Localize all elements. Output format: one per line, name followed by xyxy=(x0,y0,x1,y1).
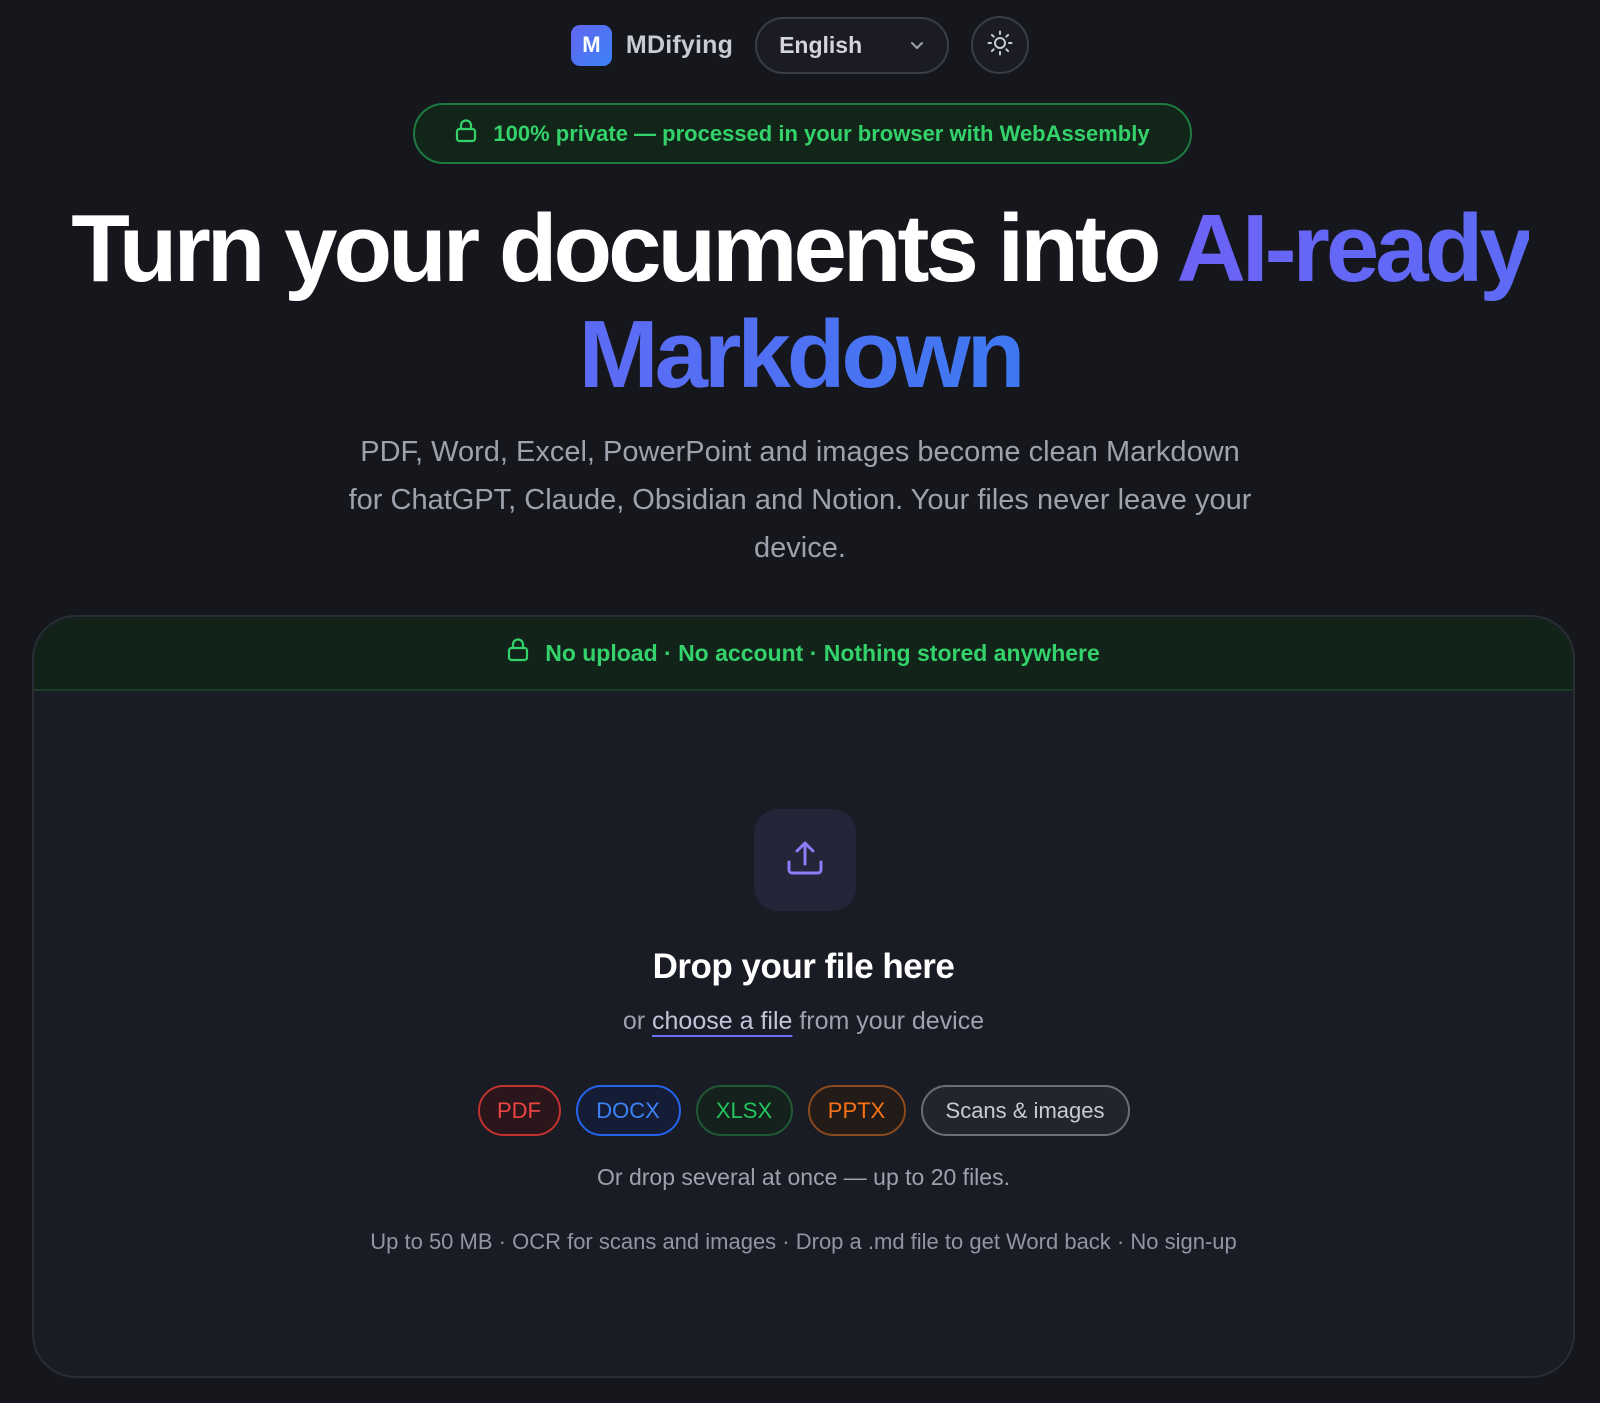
format-chip-xlsx[interactable]: XLSX xyxy=(695,1085,793,1136)
dropzone-banner-text: No upload · No account · Nothing stored … xyxy=(545,639,1100,666)
upload-icon xyxy=(785,838,825,883)
language-select[interactable]: English xyxy=(755,16,950,74)
format-chips: PDF DOCX XLSX PPTX Scans & images xyxy=(34,1085,1573,1136)
multi-file-note: Or drop several at once — up to 20 files… xyxy=(597,1164,1010,1190)
format-chip-scans-images[interactable]: Scans & images xyxy=(920,1085,1130,1136)
top-bar: M MDifying English xyxy=(0,16,1600,74)
format-chip-pdf[interactable]: PDF xyxy=(477,1085,561,1136)
hero-title-plain: Turn your documents into xyxy=(71,195,1177,302)
file-dropzone[interactable]: No upload · No account · Nothing stored … xyxy=(32,615,1575,1378)
lock-icon xyxy=(507,638,529,668)
dropzone-sub-suffix: from your device xyxy=(792,1007,985,1035)
language-value: English xyxy=(779,31,863,58)
brand-logo: M xyxy=(570,24,612,66)
privacy-badge: 100% private — processed in your browser… xyxy=(413,103,1192,164)
dropzone-heading: Drop your file here xyxy=(652,947,955,986)
brand[interactable]: M MDifying xyxy=(570,24,734,66)
upload-icon-box[interactable] xyxy=(754,809,856,911)
dropzone-subtext: or choose a file from your device xyxy=(34,1007,1573,1036)
sun-icon xyxy=(987,30,1013,61)
dropzone-sub-prefix: or xyxy=(622,1007,653,1035)
theme-toggle-button[interactable] xyxy=(971,16,1030,74)
choose-file-link[interactable]: choose a file xyxy=(652,1007,792,1035)
lock-icon xyxy=(455,118,477,149)
dropzone-privacy-banner: No upload · No account · Nothing stored … xyxy=(34,617,1573,691)
hero-subtitle: PDF, Word, Excel, PowerPoint and images … xyxy=(348,436,1252,564)
hero-title: Turn your documents into AI-ready Markdo… xyxy=(0,196,1600,408)
privacy-badge-text: 100% private — processed in your browser… xyxy=(493,120,1150,146)
dropzone-footer: Up to 50 MB · OCR for scans and images ·… xyxy=(370,1229,1237,1254)
brand-name: MDifying xyxy=(625,30,734,59)
chevron-down-icon xyxy=(909,32,925,59)
format-chip-pptx[interactable]: PPTX xyxy=(807,1085,906,1136)
format-chip-docx[interactable]: DOCX xyxy=(575,1085,681,1136)
